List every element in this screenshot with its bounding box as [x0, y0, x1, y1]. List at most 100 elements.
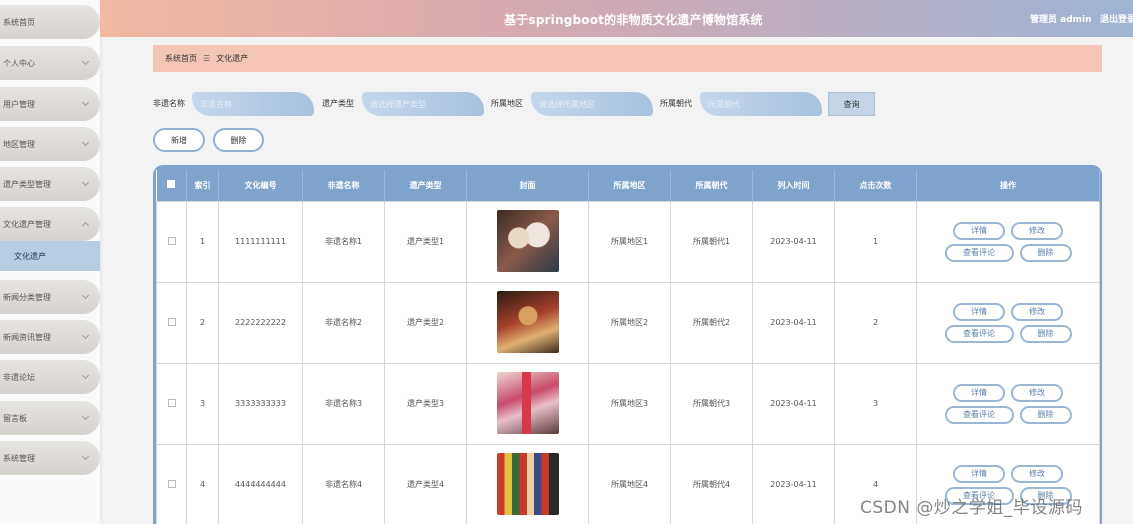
sidebar-item-personal-center[interactable]: 个人中心 — [0, 46, 100, 80]
cell-dynasty: 所属朝代1 — [670, 200, 753, 283]
sidebar-item-heritage-management[interactable]: 文化遗产管理 — [0, 207, 100, 241]
cell-index: 2 — [186, 281, 219, 364]
cell-type: 遗产类型4 — [384, 443, 467, 524]
row-checkbox[interactable] — [167, 398, 176, 407]
sidebar-item-news-categories[interactable]: 新闻分类管理 — [0, 280, 100, 314]
cell-code: 3333333333 — [218, 362, 303, 445]
sidebar-item-label: 留言板 — [3, 413, 27, 423]
dynasty-input[interactable] — [700, 92, 822, 116]
cell-clicks: 1 — [834, 200, 917, 283]
sidebar-item-forum[interactable]: 非遗论坛 — [0, 360, 100, 394]
sidebar-item-label: 文化遗产管理 — [3, 219, 51, 229]
heritage-table: 索引 文化编号 非遗名称 遗产类型 封面 所属地区 所属朝代 列入时间 点击次数… — [153, 165, 1102, 524]
chevron-down-icon — [81, 138, 90, 147]
view-comments-button[interactable]: 查看评论 — [944, 405, 1014, 424]
chevron-down-icon — [81, 98, 90, 107]
logout-link[interactable]: 退出登录 — [1100, 12, 1133, 25]
detail-button[interactable]: 详情 — [953, 383, 1005, 402]
col-code: 文化编号 — [218, 170, 303, 201]
col-name: 非遗名称 — [302, 170, 385, 201]
cell-code: 2222222222 — [218, 281, 303, 364]
cell-clicks: 3 — [834, 362, 917, 445]
table-header-row: 索引 文化编号 非遗名称 遗产类型 封面 所属地区 所属朝代 列入时间 点击次数… — [156, 170, 1100, 201]
cell-type: 遗产类型2 — [384, 281, 467, 364]
cell-date: 2023-04-11 — [752, 200, 835, 283]
menu-icon: ☰ — [203, 54, 211, 63]
detail-button[interactable]: 详情 — [953, 221, 1005, 240]
cell-dynasty: 所属朝代4 — [670, 443, 753, 524]
detail-button[interactable]: 详情 — [953, 464, 1005, 483]
current-user: 管理员 admin — [1030, 15, 1092, 25]
cell-region: 所属地区3 — [588, 362, 671, 445]
table-row: 3 3333333333 非遗名称3 遗产类型3 所属地区3 所属朝代3 202… — [156, 362, 1100, 445]
detail-button[interactable]: 详情 — [953, 302, 1005, 321]
chevron-down-icon — [81, 291, 90, 300]
breadcrumb-home[interactable]: 系统首页 — [165, 53, 197, 64]
table-row: 1 1111111111 非遗名称1 遗产类型1 所属地区1 所属朝代1 202… — [156, 200, 1100, 283]
sidebar-item-label: 地区管理 — [3, 139, 35, 149]
sidebar-item-label: 非遗论坛 — [3, 372, 35, 382]
table-row: 2 2222222222 非遗名称2 遗产类型2 所属地区2 所属朝代2 202… — [156, 281, 1100, 364]
row-delete-button[interactable]: 删除 — [1019, 405, 1072, 424]
edit-button[interactable]: 修改 — [1011, 383, 1063, 402]
cell-name: 非遗名称3 — [302, 362, 385, 445]
region-select[interactable] — [531, 92, 653, 116]
sidebar-item-label: 个人中心 — [3, 58, 35, 68]
cell-clicks: 2 — [834, 281, 917, 364]
cell-region: 所属地区2 — [588, 281, 671, 364]
edit-button[interactable]: 修改 — [1011, 221, 1063, 240]
edit-button[interactable]: 修改 — [1011, 464, 1063, 483]
cell-region: 所属地区4 — [588, 443, 671, 524]
row-checkbox[interactable] — [167, 479, 176, 488]
add-button[interactable]: 新增 — [153, 128, 205, 152]
cell-name: 非遗名称4 — [302, 443, 385, 524]
cell-type: 遗产类型3 — [384, 362, 467, 445]
select-all-cell[interactable] — [156, 170, 187, 201]
type-select[interactable] — [362, 92, 484, 116]
sidebar-item-message-board[interactable]: 留言板 — [0, 401, 100, 435]
sidebar-item-system[interactable]: 系统管理 — [0, 441, 100, 475]
chevron-up-icon — [81, 221, 90, 230]
sidebar-item-label: 系统首页 — [3, 17, 35, 27]
cell-index: 3 — [186, 362, 219, 445]
chevron-down-icon — [81, 371, 90, 380]
cell-date: 2023-04-11 — [752, 443, 835, 524]
view-comments-button[interactable]: 查看评论 — [944, 243, 1014, 262]
row-checkbox[interactable] — [167, 236, 176, 245]
app-title: 基于springboot的非物质文化遗产博物馆系统 — [504, 13, 763, 27]
sidebar-item-news[interactable]: 新闻资讯管理 — [0, 320, 100, 354]
cell-code: 4444444444 — [218, 443, 303, 524]
sidebar-item-regions[interactable]: 地区管理 — [0, 127, 100, 161]
row-checkbox[interactable] — [167, 317, 176, 326]
sidebar-item-users[interactable]: 用户管理 — [0, 87, 100, 121]
row-delete-button[interactable]: 删除 — [1019, 324, 1072, 343]
sidebar-item-label: 新闻分类管理 — [3, 292, 51, 302]
row-actions: 详情 修改 查看评论 删除 — [917, 383, 1099, 424]
edit-button[interactable]: 修改 — [1011, 302, 1063, 321]
chevron-down-icon — [81, 178, 90, 187]
name-input[interactable] — [192, 92, 314, 116]
col-actions: 操作 — [916, 170, 1100, 201]
cell-index: 4 — [186, 443, 219, 524]
delete-button[interactable]: 删除 — [213, 128, 264, 152]
sidebar-item-heritage-types[interactable]: 遗产类型管理 — [0, 167, 100, 201]
chevron-down-icon — [81, 452, 90, 461]
watermark: CSDN @炒之学姐_毕设源码 — [860, 498, 1083, 518]
sidebar: 系统首页 个人中心 用户管理 地区管理 遗产类型管理 文化遗产管理 文化遗产 新… — [0, 0, 100, 524]
cell-date: 2023-04-11 — [752, 362, 835, 445]
col-date: 列入时间 — [752, 170, 835, 201]
view-comments-button[interactable]: 查看评论 — [944, 324, 1014, 343]
cover-image — [496, 209, 559, 272]
col-clicks: 点击次数 — [834, 170, 917, 201]
dynasty-label: 所属朝代 — [660, 99, 692, 108]
breadcrumb: 系统首页 ☰ 文化遗产 — [153, 45, 1102, 72]
cover-image — [496, 452, 559, 515]
col-type: 遗产类型 — [384, 170, 467, 201]
select-all-checkbox[interactable] — [167, 180, 176, 189]
sidebar-item-label: 遗产类型管理 — [3, 179, 51, 189]
sidebar-subitem-heritage[interactable]: 文化遗产 — [0, 241, 100, 271]
query-button[interactable]: 查询 — [828, 92, 875, 116]
sidebar-item-home[interactable]: 系统首页 — [0, 5, 100, 39]
cell-region: 所属地区1 — [588, 200, 671, 283]
row-delete-button[interactable]: 删除 — [1019, 243, 1072, 262]
